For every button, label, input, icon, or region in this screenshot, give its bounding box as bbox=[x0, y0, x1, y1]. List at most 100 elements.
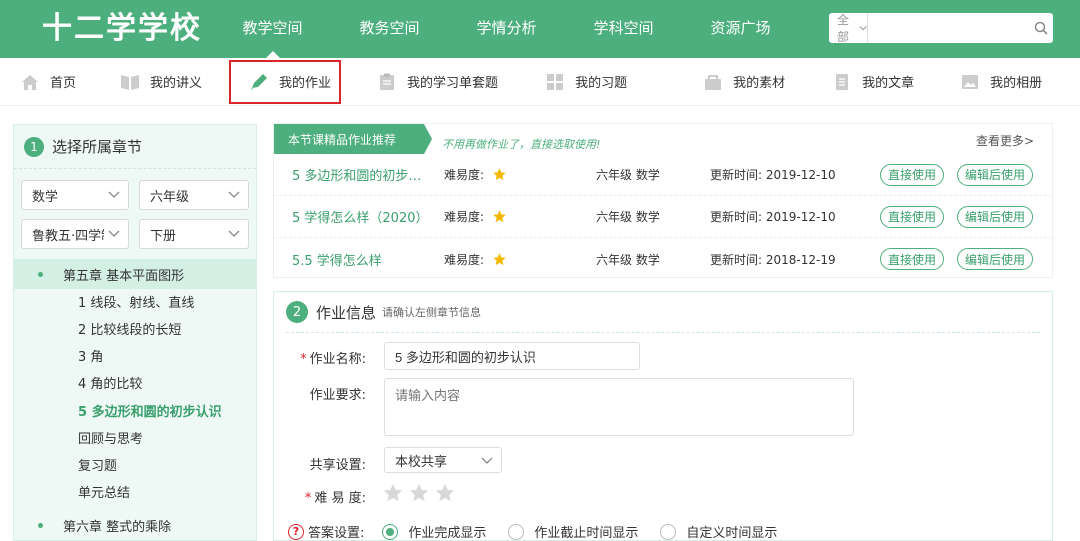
edit-then-use-button[interactable]: 编辑后使用 bbox=[957, 163, 1033, 186]
school-logo[interactable]: 十二学学校 bbox=[42, 10, 202, 48]
topnav-resource-plaza[interactable]: 资源广场 bbox=[682, 0, 799, 58]
chevron-down-icon bbox=[108, 230, 120, 237]
volume-select[interactable]: 下册 bbox=[139, 219, 249, 249]
chevron-down-icon bbox=[859, 25, 867, 31]
answer-setting-label: 答案设置: bbox=[308, 526, 365, 541]
lesson-item[interactable]: 3 角 bbox=[78, 344, 103, 371]
edition-select[interactable]: 鲁教五·四学制 bbox=[21, 219, 129, 249]
homework-info-header: 2 作业信息 请确认左侧章节信息 bbox=[286, 301, 481, 323]
chapter-item-5[interactable]: 第五章 基本平面图形 bbox=[14, 259, 256, 289]
subnav-my-handouts[interactable]: 我的讲义 bbox=[120, 58, 202, 106]
edition-select-value: 鲁教五·四学制 bbox=[32, 228, 104, 244]
chapter-panel-title: 选择所属章节 bbox=[52, 138, 143, 156]
answer-setting: ? 答案设置: 作业完成显示 作业截止时间显示 自定义时间显示 bbox=[288, 522, 799, 541]
lesson-item-selected[interactable]: 5 多边形和圆的初步认识 bbox=[78, 399, 222, 426]
grade-select[interactable]: 六年级 bbox=[139, 180, 249, 210]
edit-then-use-button[interactable]: 编辑后使用 bbox=[957, 205, 1033, 228]
updated-date: 2018-12-19 bbox=[765, 252, 836, 267]
difficulty: 难易度: bbox=[444, 166, 507, 183]
answer-option-label: 作业截止时间显示 bbox=[534, 526, 639, 541]
difficulty: 难易度: bbox=[444, 251, 507, 268]
recommend-tag: 本节课精品作业推荐 bbox=[274, 124, 432, 154]
updated-label: 更新时间: bbox=[710, 210, 763, 224]
search-box: 全部 bbox=[829, 13, 1053, 44]
updated-label: 更新时间: bbox=[710, 252, 763, 267]
top-bar: 十二学学校 教学空间 教务空间 学情分析 学科空间 资源广场 全部 bbox=[0, 0, 1080, 58]
answer-option-on-completion[interactable]: 作业完成显示 bbox=[382, 522, 486, 541]
star-empty-icon[interactable] bbox=[382, 482, 404, 504]
recommend-title-link[interactable]: 5 学得怎么样（2020） bbox=[292, 207, 432, 226]
top-nav: 教学空间 教务空间 学情分析 学科空间 资源广场 bbox=[214, 0, 799, 58]
subnav-my-exercises[interactable]: 我的习题 bbox=[545, 58, 627, 106]
subnav-my-album[interactable]: 我的相册 bbox=[960, 58, 1042, 106]
star-empty-icon[interactable] bbox=[408, 482, 430, 504]
recommend-panel: 本节课精品作业推荐 不用再做作业了，直接选取使用! 查看更多> 5 多边形和圆的… bbox=[273, 123, 1053, 278]
topnav-subject-space[interactable]: 学科空间 bbox=[565, 0, 682, 58]
homework-requirement-label: 作业要求: bbox=[309, 388, 366, 403]
topnav-teaching-space[interactable]: 教学空间 bbox=[214, 0, 331, 58]
topnav-academic-affairs[interactable]: 教务空间 bbox=[331, 0, 448, 58]
step-number-badge: 2 bbox=[286, 301, 308, 323]
difficulty-label: 难易度: bbox=[444, 252, 485, 267]
subnav-my-exercises-label: 我的习题 bbox=[575, 76, 628, 91]
homework-info-panel: 2 作业信息 请确认左侧章节信息 *作业名称: 作业要求: 共享设置: 本校共享… bbox=[273, 291, 1053, 541]
recommend-title-link[interactable]: 5 多边形和圆的初步认识 bbox=[292, 165, 432, 184]
grade-select-value: 六年级 bbox=[150, 189, 190, 205]
star-filled-icon bbox=[493, 252, 506, 265]
lesson-item[interactable]: 复习题 bbox=[78, 453, 117, 480]
share-setting-select[interactable]: 本校共享 bbox=[384, 447, 502, 473]
sub-nav: 首页 我的讲义 我的作业 我的学习单套题 我的习题 我的素材 我的文章 我的相册 bbox=[0, 58, 1080, 106]
document-icon bbox=[836, 73, 849, 90]
homework-name-input[interactable] bbox=[384, 342, 640, 370]
updated-date: 2019-12-10 bbox=[765, 210, 836, 224]
subnav-my-articles[interactable]: 我的文章 bbox=[832, 58, 914, 106]
chevron-down-icon bbox=[228, 191, 240, 198]
subnav-my-materials-label: 我的素材 bbox=[733, 76, 786, 91]
difficulty-rating[interactable] bbox=[382, 482, 456, 504]
lesson-item[interactable]: 1 线段、射线、直线 bbox=[78, 290, 194, 317]
subnav-home[interactable]: 首页 bbox=[20, 58, 76, 106]
use-directly-button[interactable]: 直接使用 bbox=[880, 163, 944, 186]
difficulty-label: * 难 易 度: bbox=[304, 491, 366, 506]
subject-select[interactable]: 数学 bbox=[21, 180, 129, 210]
homework-name-label: * 作业名称: bbox=[300, 352, 366, 367]
search-scope-select[interactable]: 全部 bbox=[829, 13, 869, 44]
clipboard-icon bbox=[380, 73, 395, 90]
view-more-link[interactable]: 查看更多> bbox=[976, 132, 1034, 149]
homework-requirement-input[interactable] bbox=[384, 378, 854, 436]
chapter-item-6[interactable]: 第六章 整式的乘除 bbox=[14, 510, 256, 540]
answer-option-custom-time[interactable]: 自定义时间显示 bbox=[660, 522, 777, 541]
lesson-item[interactable]: 4 角的比较 bbox=[78, 371, 142, 398]
search-button[interactable] bbox=[1029, 13, 1053, 43]
radio-unselected bbox=[508, 523, 525, 540]
subnav-my-materials[interactable]: 我的素材 bbox=[703, 58, 785, 106]
subnav-my-articles-label: 我的文章 bbox=[862, 76, 915, 91]
lesson-item[interactable]: 2 比较线段的长短 bbox=[78, 317, 181, 344]
use-directly-button[interactable]: 直接使用 bbox=[880, 248, 944, 270]
lesson-item[interactable]: 单元总结 bbox=[78, 480, 130, 507]
lesson-item[interactable]: 回顾与思考 bbox=[78, 426, 143, 453]
answer-option-label: 自定义时间显示 bbox=[686, 526, 778, 541]
recommend-row: 5 多边形和圆的初步认识 难易度: 六年级 数学 更新时间: 2019-12-1… bbox=[274, 154, 1052, 196]
subnav-my-album-label: 我的相册 bbox=[990, 76, 1043, 91]
updated-time: 更新时间: 2019-12-10 bbox=[710, 208, 836, 225]
recommend-title-link[interactable]: 5.5 学得怎么样 bbox=[292, 250, 432, 269]
chapter-panel-header: 1 选择所属章节 bbox=[14, 125, 256, 169]
radio-unselected bbox=[660, 523, 677, 540]
star-empty-icon[interactable] bbox=[434, 482, 456, 504]
edit-then-use-button[interactable]: 编辑后使用 bbox=[957, 248, 1033, 270]
recommend-subtitle: 不用再做作业了，直接选取使用! bbox=[442, 138, 601, 151]
subnav-my-worksheets[interactable]: 我的学习单套题 bbox=[377, 58, 498, 106]
chapter-item-label: 第六章 整式的乘除 bbox=[63, 519, 172, 535]
difficulty-label: 难易度: bbox=[444, 168, 485, 182]
question-mark-icon[interactable]: ? bbox=[288, 523, 304, 540]
updated-label: 更新时间: bbox=[710, 168, 763, 182]
chevron-down-icon bbox=[108, 191, 120, 198]
topnav-learning-analysis[interactable]: 学情分析 bbox=[448, 0, 565, 58]
search-input[interactable] bbox=[868, 14, 1030, 42]
divider bbox=[286, 332, 1040, 333]
use-directly-button[interactable]: 直接使用 bbox=[880, 205, 944, 228]
volume-select-value: 下册 bbox=[150, 228, 177, 244]
answer-option-on-deadline[interactable]: 作业截止时间显示 bbox=[508, 522, 638, 541]
bullet-dot bbox=[38, 271, 43, 277]
